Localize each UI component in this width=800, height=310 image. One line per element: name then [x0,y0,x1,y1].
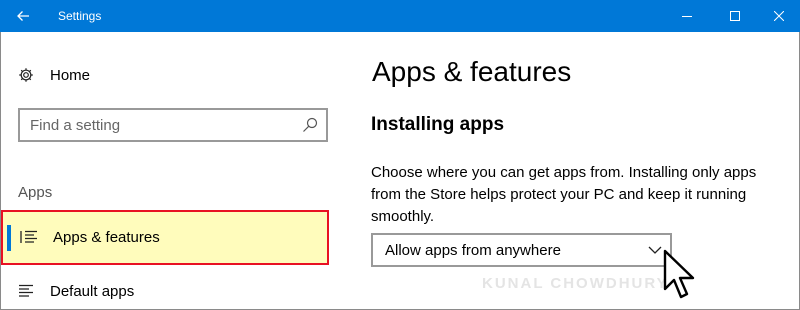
minimize-button[interactable] [664,0,710,32]
list-icon [20,230,37,243]
back-arrow-icon [17,11,29,21]
sidebar-item-apps-features[interactable]: Apps & features [1,210,329,265]
title-bar: Settings [0,0,800,32]
section-description: Choose where you can get apps from. Inst… [371,164,757,225]
chevron-down-icon [648,246,662,254]
minimize-icon [682,16,692,17]
watermark-text: KUNAL CHOWDHURY [482,275,669,292]
search-input[interactable] [30,110,290,140]
sidebar-item-label: Apps & features [53,229,160,246]
selection-indicator [7,225,11,251]
section-title: Installing apps [371,114,505,135]
sidebar-item-label: Default apps [50,282,135,300]
close-button[interactable] [756,0,800,32]
close-icon [774,11,784,21]
search-box[interactable] [18,108,328,142]
mouse-pointer-icon [663,249,695,299]
maximize-icon [730,11,740,21]
page-title: Apps & features [372,56,572,87]
sidebar-home-label: Home [50,66,91,84]
list-icon [19,284,33,297]
dropdown-value: Allow apps from anywhere [385,242,561,259]
gear-icon [19,68,33,82]
maximize-button[interactable] [712,0,758,32]
sidebar-home[interactable]: Home [18,62,90,88]
app-source-dropdown[interactable]: Allow apps from anywhere [371,233,672,267]
sidebar-item-default-apps[interactable]: Default apps [18,280,134,302]
search-icon[interactable] [302,117,318,133]
window-title: Settings [58,9,102,23]
back-button[interactable] [0,0,46,32]
sidebar-group-label: Apps [18,184,53,201]
